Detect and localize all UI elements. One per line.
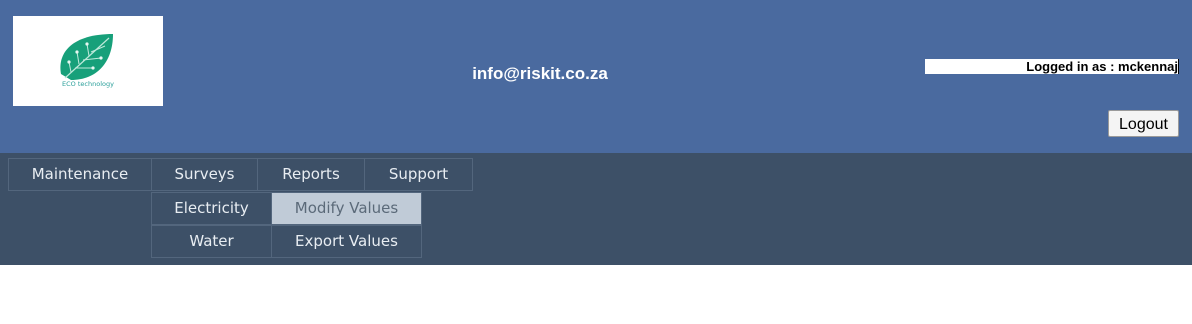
contact-email: info@riskit.co.za [472, 64, 608, 83]
menu-support[interactable]: Support [364, 158, 473, 191]
header: ECO technology info@riskit.co.za Logged … [0, 0, 1192, 153]
menu-surveys[interactable]: Surveys [151, 158, 258, 191]
submenu-electricity[interactable]: Electricity [151, 192, 272, 225]
main-menu: Maintenance Surveys Reports Support Elec… [0, 153, 1192, 265]
submenu-modify-values[interactable]: Modify Values [271, 192, 422, 225]
menu-maintenance[interactable]: Maintenance [8, 158, 152, 191]
logout-button[interactable]: Logout [1108, 110, 1179, 137]
company-logo[interactable]: ECO technology [13, 16, 163, 106]
logged-in-status: Logged in as : mckennaj [925, 59, 1179, 74]
submenu-export-values[interactable]: Export Values [271, 225, 422, 258]
logo-text: ECO technology [62, 80, 114, 88]
menu-reports[interactable]: Reports [257, 158, 365, 191]
submenu-water[interactable]: Water [151, 225, 272, 258]
leaf-logo-icon: ECO technology [60, 34, 114, 88]
content-area [0, 265, 1192, 324]
